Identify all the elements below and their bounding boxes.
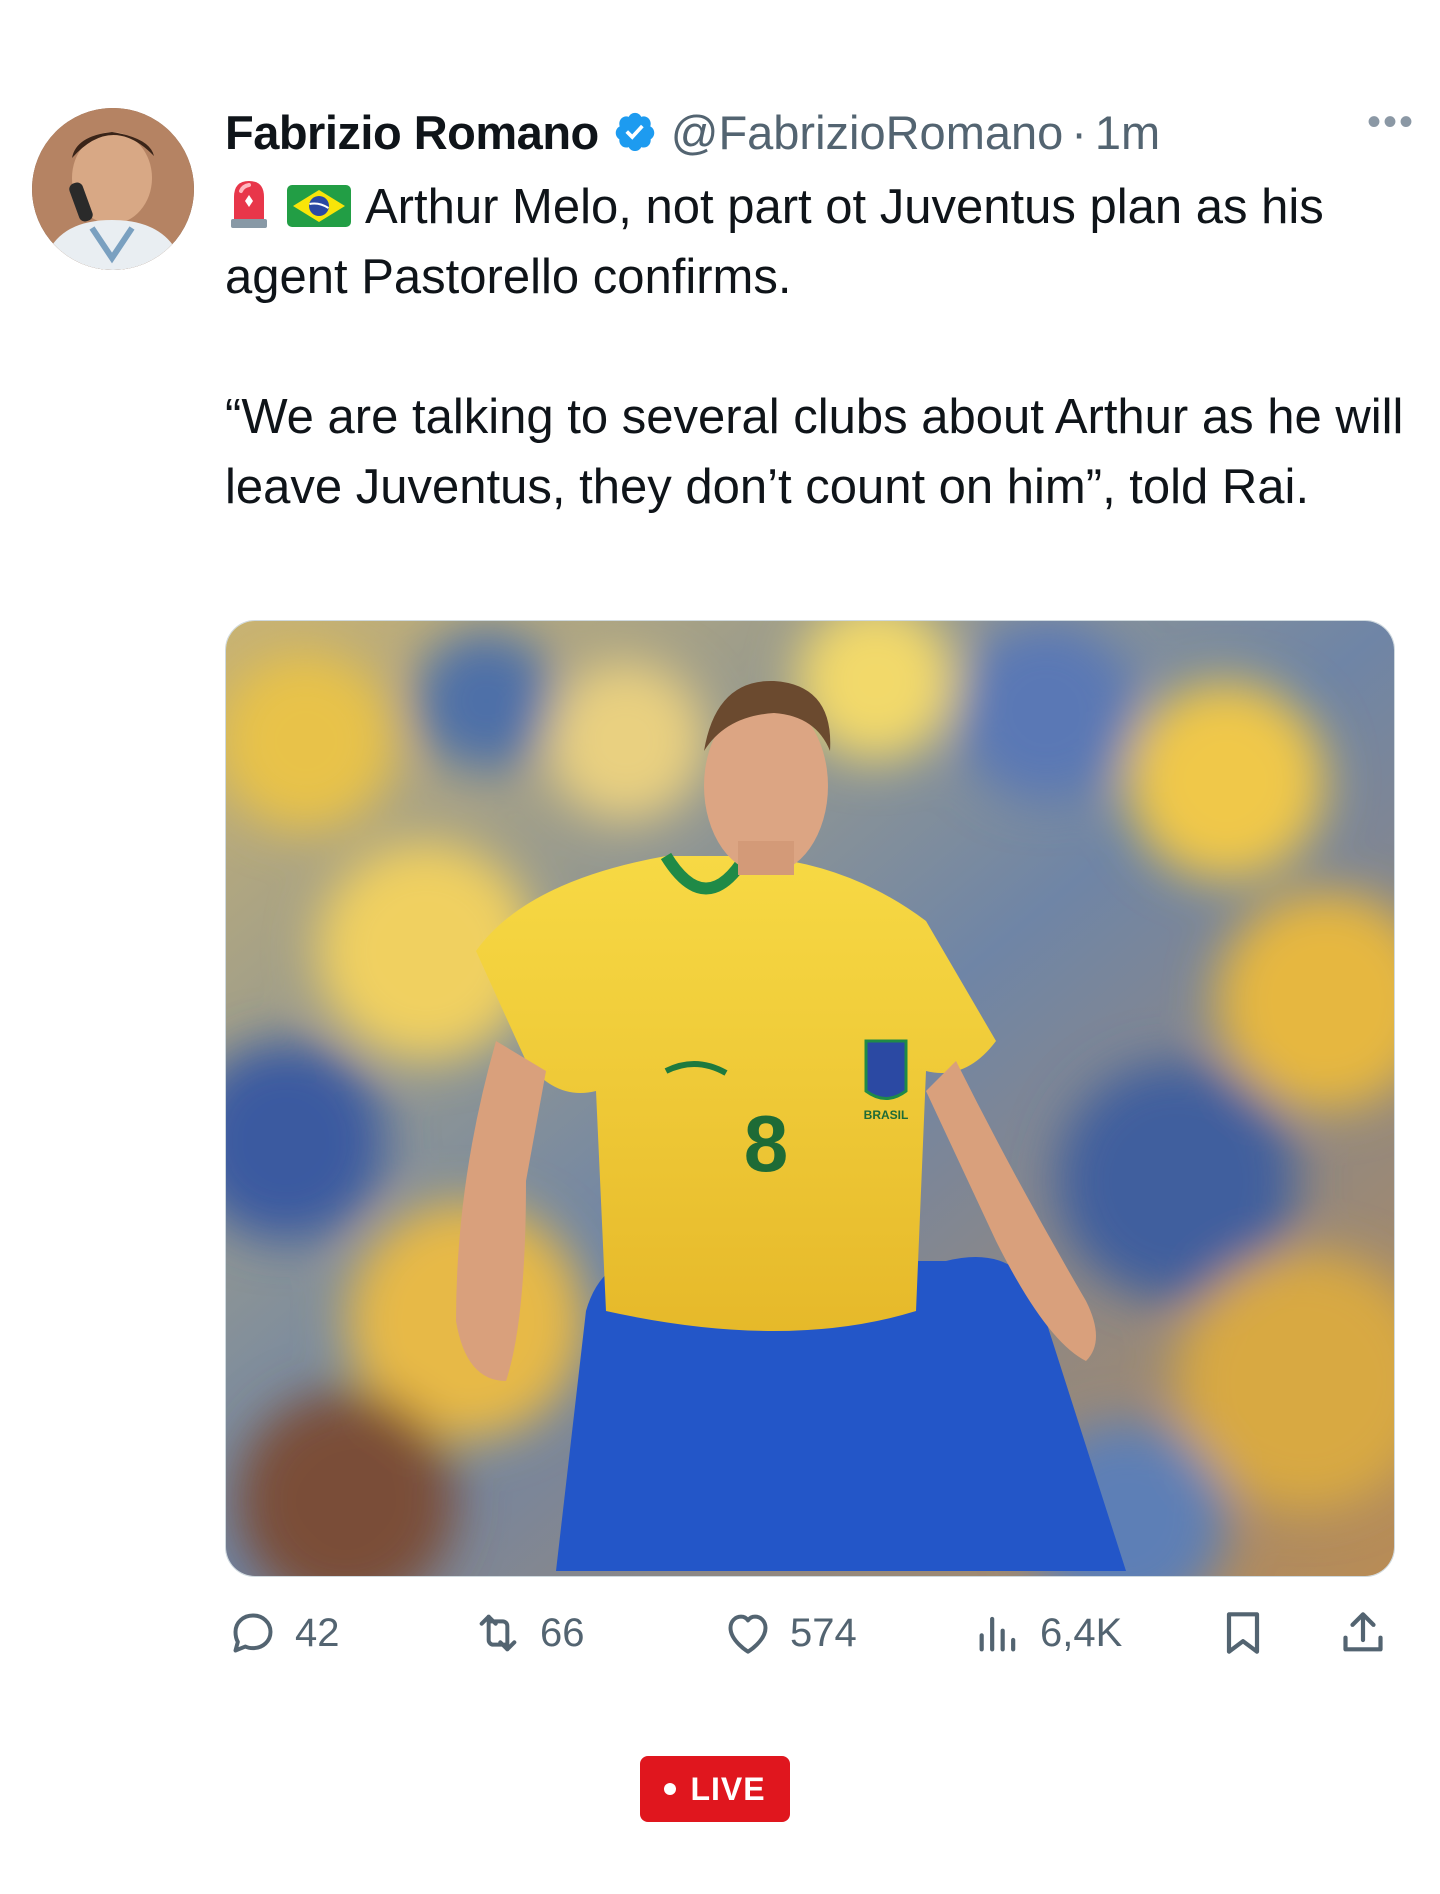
reply-icon	[233, 1613, 273, 1653]
reply-count: 42	[295, 1610, 340, 1655]
author-name[interactable]: Fabrizio Romano	[225, 105, 599, 160]
brazil-flag-emoji	[287, 185, 351, 227]
views-button[interactable]: 6,4K	[970, 1600, 1122, 1666]
repost-count: 66	[540, 1610, 585, 1655]
jersey-number: 8	[744, 1099, 789, 1188]
share-icon	[1343, 1612, 1383, 1652]
like-icon	[728, 1614, 768, 1654]
tweet-quote: “We are talking to several clubs about A…	[225, 390, 1404, 514]
separator-dot: ·	[1071, 105, 1087, 159]
jersey-crest-text: BRASIL	[864, 1108, 909, 1122]
more-icon[interactable]: •••	[1367, 102, 1415, 162]
tweet-header: Fabrizio Romano @FabrizioRomano · 1m •••	[225, 100, 1415, 164]
live-label: LIVE	[690, 1770, 766, 1807]
siren-emoji	[231, 181, 267, 228]
media-image: 8 BRASIL	[226, 621, 1394, 1576]
repost-icon	[479, 1614, 517, 1652]
tweet-actions: 42 66 574 6,4K	[225, 1600, 1395, 1666]
like-button[interactable]: 574	[720, 1600, 857, 1666]
avatar[interactable]	[32, 108, 194, 270]
bookmark-icon	[1226, 1612, 1260, 1654]
reply-button[interactable]: 42	[225, 1600, 340, 1666]
live-dot-icon	[664, 1783, 677, 1795]
bookmark-button[interactable]	[1215, 1600, 1285, 1666]
tweet-media[interactable]: 8 BRASIL	[225, 620, 1395, 1577]
verified-icon	[615, 112, 654, 152]
tweet-text: Arthur Melo, not part ot Juventus plan a…	[225, 172, 1415, 522]
share-button[interactable]	[1335, 1600, 1405, 1666]
tweet[interactable]: Fabrizio Romano @FabrizioRomano · 1m •••…	[0, 0, 1440, 1894]
like-count: 574	[790, 1610, 857, 1655]
timestamp[interactable]: 1m	[1095, 105, 1160, 160]
live-badge[interactable]: LIVE	[640, 1756, 790, 1822]
avatar-image	[32, 108, 194, 270]
tweet-line-1-text: Arthur Melo, not part ot Juventus plan a…	[225, 180, 1324, 304]
tweet-line-1: Arthur Melo, not part ot Juventus plan a…	[225, 172, 1415, 312]
views-count: 6,4K	[1040, 1610, 1123, 1655]
author-handle[interactable]: @FabrizioRomano	[671, 105, 1064, 160]
views-icon	[979, 1616, 1016, 1652]
repost-button[interactable]: 66	[470, 1600, 585, 1666]
